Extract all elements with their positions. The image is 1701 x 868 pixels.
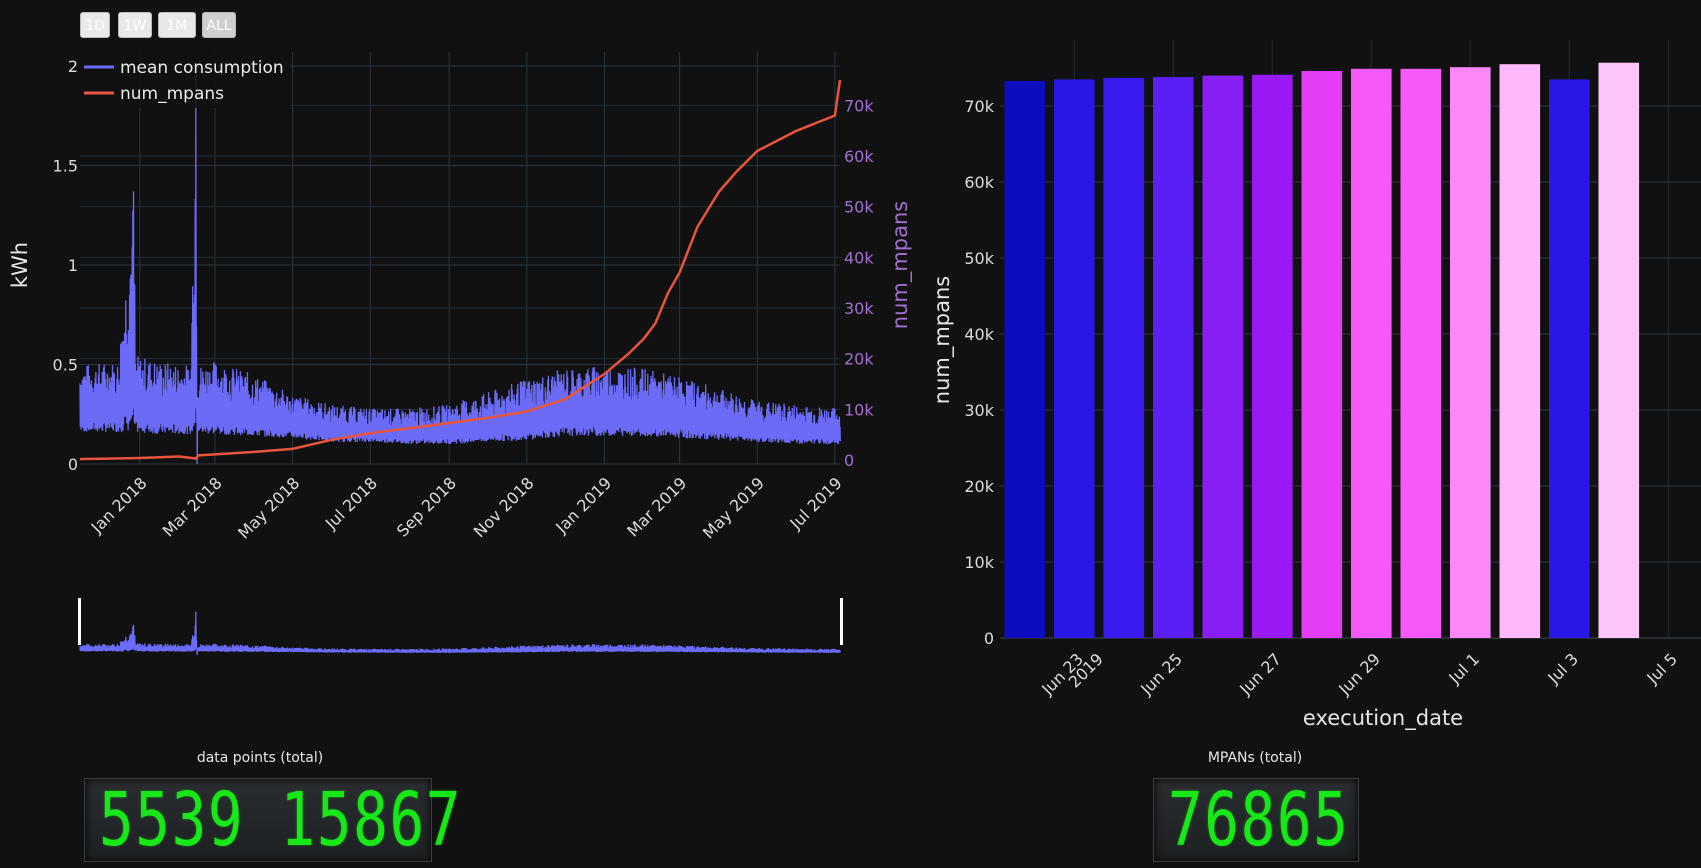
line-chart-y2-tick-label: 10k [844,400,874,419]
line-chart-y2-tick-label: 60k [844,147,874,166]
mean-consumption-line[interactable] [79,71,841,465]
line-chart-y-tick-label: 2 [68,57,78,76]
data-points-counter: 5539 15867 [84,778,461,862]
bar-chart-y-tick-label: 70k [964,97,994,116]
bar-num-mpans[interactable] [1400,68,1442,639]
line-chart-x-tick-label: Mar 2018 [159,473,226,540]
bar-chart-x-tick-label: Jul 1 [1444,649,1483,688]
line-chart-y2-tick-label: 0 [844,451,854,470]
range-slider-consumption-line [79,611,841,656]
bar-chart-x-tick-text: Jul 5 [1642,649,1681,688]
line-chart-y2-ticks: 0 10k 20k 30k 40k 50k 60k 70k [844,96,874,470]
line-chart-y-tick-label: 1.5 [53,156,78,175]
bar-chart-x-tick-text: Jun 29 [1334,649,1384,699]
line-chart-y2-tick-label: 40k [844,248,874,267]
range-slider[interactable] [78,598,843,656]
line-chart-y2-tick-label: 30k [844,299,874,318]
mean-consumption-series[interactable] [79,71,841,465]
range-slider-trace [79,611,841,656]
bar-chart-y-ticks: 0 10k 20k 30k 40k 50k 60k 70k [964,97,994,648]
y2-axis-title-num-mpans: num_mpans [888,201,913,329]
bar-chart-y-tick-label: 10k [964,553,994,572]
data-points-counter-label: data points (total) [196,750,324,766]
line-chart-x-ticks: Jan 2018 Mar 2018 May 2018 Jul 2018 Sep 2018… [87,473,846,542]
bar-num-mpans[interactable] [1103,77,1145,638]
bar-num-mpans[interactable] [1054,79,1095,638]
charts-canvas: Jan 2018 Mar 2018 May 2018 Jul 2018 Sep 2018… [8,40,1701,731]
bar-chart-x-tick-label: Jul 3 [1543,649,1582,688]
line-chart-y-ticks: 0 0.5 1 1.5 2 [53,57,78,474]
line-chart-x-tick-label: May 2019 [699,473,768,542]
line-chart-x-tick-label: Nov 2018 [470,473,538,541]
line-chart-x-tick-label: Jan 2018 [87,473,151,537]
legend-item-mean-consumption[interactable]: mean consumption [120,58,284,78]
line-chart-y2-tick-label: 50k [844,198,874,217]
bar-chart-y-tick-label: 50k [964,249,994,268]
line-chart-y2-tick-label: 70k [844,96,874,115]
line-chart-y-tick-label: 0 [68,455,78,474]
line-chart-y2-tick-label: 20k [844,350,874,369]
bar-chart-y-tick-label: 30k [964,401,994,420]
line-chart-x-tick-label: Jul 2018 [321,473,381,533]
bar-chart-y-tick-label: 40k [964,325,994,344]
mpans-counter-value: 76865 [1168,777,1350,863]
line-chart-x-tick-label: Jul 2019 [786,473,846,533]
bar-chart-x-tick-label: Jun 29 [1334,649,1384,699]
bar-chart-y-tick-label: 0 [984,629,994,648]
bar-chart[interactable]: Jun 232019 Jun 25 Jun 27 Jun 29 Jul 1 Jul 3 Ju… [930,40,1701,731]
bar-chart-y-tick-label: 60k [964,173,994,192]
line-chart-y-tick-label: 1 [68,256,78,275]
range-slider-right-handle[interactable] [840,598,843,645]
bar-num-mpans[interactable] [1351,68,1392,639]
bar-chart-x-ticks: Jun 232019 Jun 25 Jun 27 Jun 29 Jul 1 Jul 3 Ju… [1037,649,1681,699]
line-chart-legend[interactable]: mean consumption num_mpans [78,50,290,108]
bar-num-mpans[interactable] [1202,75,1244,639]
line-chart-x-tick-label: Mar 2019 [623,473,690,540]
bar-num-mpans[interactable] [1499,64,1541,638]
bar-chart-y-tick-label: 20k [964,477,994,496]
line-chart-x-tick-label: Jan 2019 [551,473,615,537]
bar-chart-x-tick-label: Jun 25 [1136,649,1186,699]
mpans-counter: 76865 [1153,778,1359,862]
bar-chart-x-tick-label: Jun 232019 [1037,649,1107,699]
legend-item-num-mpans[interactable]: num_mpans [120,84,224,104]
bar-chart-x-tick-text: Jul 3 [1543,649,1582,688]
bar-chart-x-tick-text: Jun 25 [1136,649,1186,699]
bar-chart-x-tick-label: Jul 5 [1642,649,1681,688]
bar-chart-y-axis-title: num_mpans [930,276,955,404]
bar-chart-x-tick-text: Jul 1 [1444,649,1483,688]
bar-num-mpans[interactable] [1301,71,1343,638]
bar-chart-x-tick-text: Jun 27 [1235,649,1285,699]
bar-num-mpans[interactable] [1450,67,1491,638]
bar-num-mpans[interactable] [1004,80,1046,638]
bar-num-mpans[interactable] [1153,77,1194,639]
bar-chart-bars[interactable] [1004,62,1640,639]
line-chart-x-tick-label: Sep 2018 [393,473,460,540]
bar-num-mpans[interactable] [1252,74,1293,639]
bar-num-mpans[interactable] [1598,62,1640,638]
bar-chart-x-tick-label: Jun 27 [1235,649,1285,699]
line-chart[interactable]: Jan 2018 Mar 2018 May 2018 Jul 2018 Sep 2018… [8,50,913,543]
y-axis-title-kwh: kWh [8,242,32,288]
range-slider-left-handle[interactable] [78,598,81,645]
bar-num-mpans[interactable] [1549,79,1590,638]
mpans-counter-label: MPANs (total) [1207,750,1303,766]
line-chart-y-tick-label: 0.5 [53,355,78,374]
data-points-counter-value: 5539 15867 [99,777,463,863]
line-chart-x-tick-label: May 2018 [234,473,303,542]
bar-chart-x-axis-title: execution_date [1303,706,1463,731]
